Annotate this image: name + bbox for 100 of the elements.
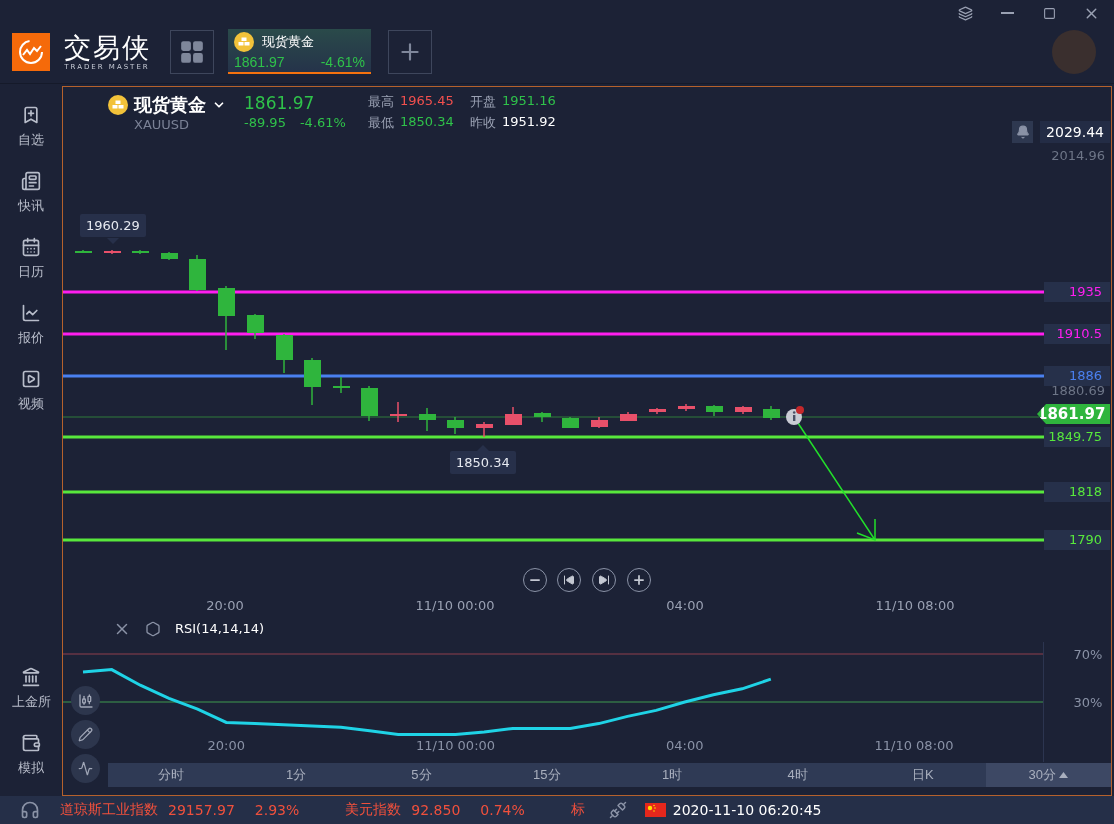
ticker-change: 2.93% — [254, 802, 300, 818]
candlestick — [649, 407, 666, 415]
plug-icon — [608, 801, 627, 819]
candlestick — [505, 406, 522, 426]
timeframe-tab[interactable]: 15分 — [484, 763, 610, 787]
current-price-tag: 1861.97 — [1037, 404, 1110, 424]
axis-label: 70% — [1073, 647, 1103, 662]
percent-change: -4.61% — [299, 115, 346, 130]
candlestick — [218, 285, 235, 351]
timeframe-tab[interactable]: 30分 — [985, 763, 1111, 787]
layers-icon — [957, 5, 973, 21]
newspaper-icon — [21, 171, 41, 191]
axis-label: 11/10 08:00 — [874, 738, 954, 753]
level-price-label: 1849.75 — [1044, 427, 1110, 447]
flag-icon — [644, 803, 666, 817]
symbol-text: XAUUSD — [134, 117, 191, 132]
candlestick-icon — [77, 692, 94, 709]
sidebar-item[interactable]: 自选 — [0, 94, 62, 160]
level-price-label: 1818 — [1044, 482, 1110, 502]
pencil-icon — [78, 727, 93, 742]
chart-type-button[interactable] — [71, 686, 100, 715]
draw-button[interactable] — [71, 720, 100, 749]
stat-label: 最低 — [367, 114, 394, 132]
settings-icon — [145, 620, 161, 637]
instrument-selector[interactable]: 现货黄金 — [108, 93, 226, 117]
avatar — [1052, 29, 1096, 74]
alert-dot — [796, 406, 804, 414]
price-change: -89.95 — [244, 115, 286, 130]
settings-button[interactable] — [145, 620, 161, 637]
date-time: 2020-11-10 06:20:45 — [672, 802, 822, 818]
candlestick — [735, 405, 752, 415]
stat-value: 1951.92 — [501, 114, 556, 131]
stat-label: 开盘 — [469, 93, 496, 111]
price-label: 1880.69 — [1051, 383, 1105, 398]
timeframe-tab[interactable]: 日K — [860, 763, 986, 787]
sidebar-item[interactable]: 模拟 — [0, 722, 62, 788]
ticker-change: 0.74% — [480, 802, 525, 818]
level-price-label: 1910.5 — [1044, 324, 1110, 344]
sidebar-item[interactable]: 视频 — [0, 358, 62, 424]
candlestick — [189, 254, 206, 292]
timeframe-tab[interactable]: 1时 — [609, 763, 735, 787]
plus-icon — [632, 573, 646, 587]
candlestick — [390, 401, 407, 423]
candlestick — [276, 333, 293, 374]
timeframe-tab[interactable]: 4时 — [734, 763, 861, 787]
ticker-name: 美元指数 — [345, 801, 402, 819]
headset-icon[interactable] — [20, 800, 40, 820]
candlestick — [161, 251, 178, 261]
sidebar-item[interactable]: 快讯 — [0, 160, 62, 226]
stat-value: 1965.45 — [399, 93, 455, 110]
stat-value: 1951.16 — [501, 93, 556, 110]
skip-forward-icon — [598, 574, 610, 586]
ticker-name: 标 — [570, 801, 585, 819]
time-label: 11/10 08:00 — [874, 598, 956, 613]
app-name: 交易侠 — [63, 32, 151, 63]
instrument-tab[interactable]: 现货黄金 1861.97 -4.61% — [228, 29, 371, 74]
timeframe-tab[interactable]: 分时 — [108, 763, 234, 787]
ticker-value: 29157.97 — [168, 802, 235, 818]
maximize-icon — [1042, 6, 1056, 20]
low-price-tooltip: 1850.34 — [450, 451, 516, 474]
wallet-icon — [21, 733, 41, 753]
logo-icon — [12, 32, 50, 71]
candlestick — [304, 357, 321, 406]
high-price-tooltip: 1960.29 — [80, 214, 146, 237]
timeframe-tab[interactable]: 1分 — [233, 763, 359, 787]
layout-grid-button[interactable] — [170, 29, 214, 74]
calendar-icon — [21, 237, 41, 257]
stat-label: 最高 — [367, 93, 394, 111]
sidebar-item[interactable]: 上金所 — [0, 656, 62, 722]
axis-label: 11/10 00:00 — [416, 738, 496, 753]
indicator-button[interactable] — [71, 754, 100, 783]
minimize-icon — [1000, 12, 1014, 14]
layers-button[interactable] — [956, 4, 974, 22]
add-tab-button[interactable] — [388, 29, 432, 74]
sidebar-item[interactable]: 日历 — [0, 226, 62, 292]
level-price-label: 1886 — [1044, 366, 1110, 386]
candlestick — [419, 407, 436, 432]
candlestick — [706, 404, 723, 417]
candlestick — [447, 416, 464, 435]
candlestick — [333, 376, 350, 394]
level-price-label: 1935 — [1044, 282, 1110, 302]
candlestick — [476, 421, 493, 438]
stat-label: 昨收 — [469, 114, 496, 132]
time-label: 11/10 00:00 — [414, 598, 496, 613]
grid-icon — [179, 38, 205, 65]
time-label: 20:00 — [205, 598, 245, 613]
candlestick — [247, 313, 264, 340]
ticker-value: 92.850 — [411, 802, 461, 818]
stat-value: 1850.34 — [399, 114, 455, 131]
caret-icon — [1059, 772, 1069, 778]
bell-icon[interactable] — [1012, 121, 1033, 143]
price-label: 2014.96 — [1051, 148, 1105, 163]
candlestick — [620, 411, 637, 422]
line-chart-icon — [21, 303, 41, 323]
play-icon — [21, 369, 41, 389]
candlestick — [562, 416, 579, 429]
sidebar-item[interactable]: 报价 — [0, 292, 62, 358]
timeframe-tab[interactable]: 5分 — [358, 763, 485, 787]
price-label: 2029.44 — [1040, 121, 1110, 143]
landmark-icon — [21, 667, 41, 687]
